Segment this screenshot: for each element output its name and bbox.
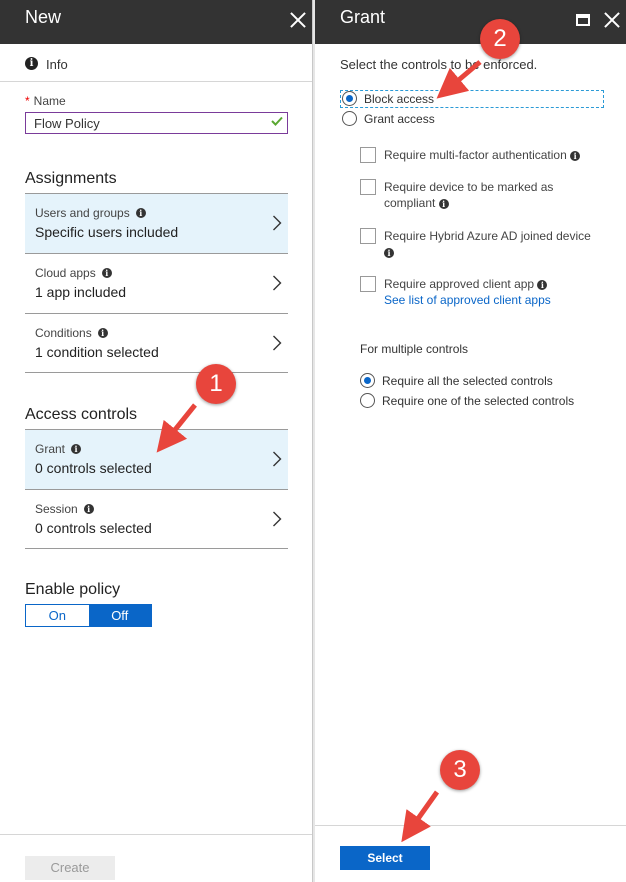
- checkbox-icon: [360, 228, 376, 244]
- users-and-groups-label: Users and groups: [35, 206, 130, 220]
- info-icon: i: [71, 444, 82, 454]
- session-value: 0 controls selected: [35, 520, 152, 536]
- info-icon: i: [135, 208, 146, 218]
- toggle-on[interactable]: On: [26, 605, 89, 626]
- chevron-right-icon: [273, 511, 282, 527]
- access-controls-heading: Access controls: [25, 406, 138, 423]
- radio-unselected-icon: [360, 393, 375, 408]
- mfa-checkbox[interactable]: Require multi-factor authentication i: [360, 147, 581, 163]
- name-field-label: * Name: [25, 94, 66, 108]
- checkbox-icon: [360, 276, 376, 292]
- select-button[interactable]: Select: [340, 846, 430, 870]
- require-one-radio[interactable]: Require one of the selected controls: [360, 393, 574, 408]
- radio-unselected-icon: [342, 111, 357, 126]
- grant-blade: Grant Select the controls to be enforced…: [315, 0, 626, 882]
- grant-instruction: Select the controls to be enforced.: [340, 57, 538, 72]
- require-all-label: Require all the selected controls: [382, 373, 553, 388]
- info-icon: i: [25, 57, 38, 70]
- mfa-label: Require multi-factor authentication: [384, 148, 567, 162]
- conditions-item[interactable]: Conditions i 1 condition selected: [25, 313, 288, 373]
- info-icon: i: [83, 504, 94, 514]
- cloud-apps-item[interactable]: Cloud apps i 1 app included: [25, 253, 288, 313]
- enable-policy-heading: Enable policy: [25, 581, 121, 598]
- chevron-right-icon: [273, 335, 282, 351]
- footer-divider: [0, 834, 312, 835]
- session-item[interactable]: Session i 0 controls selected: [25, 489, 288, 549]
- info-label: Info: [46, 57, 68, 72]
- approved-apps-link[interactable]: See list of approved client apps: [384, 293, 551, 307]
- info-icon: i: [384, 248, 394, 258]
- block-access-label: Block access: [364, 91, 435, 106]
- chevron-right-icon: [273, 451, 282, 467]
- right-blade-title: Grant: [340, 7, 386, 27]
- users-and-groups-value: Specific users included: [35, 224, 179, 240]
- chevron-right-icon: [273, 275, 282, 291]
- info-icon: i: [537, 280, 548, 290]
- block-access-radio[interactable]: Block access: [342, 91, 434, 106]
- info-icon: i: [97, 328, 108, 338]
- require-one-label: Require one of the selected controls: [382, 393, 575, 408]
- cloud-apps-label: Cloud apps: [35, 266, 96, 280]
- grant-access-radio[interactable]: Grant access: [342, 111, 435, 126]
- grant-access-label: Grant access: [364, 111, 435, 126]
- assignments-heading: Assignments: [25, 170, 117, 187]
- info-link[interactable]: i Info: [0, 44, 312, 82]
- info-icon: i: [438, 199, 449, 209]
- radio-selected-icon: [342, 91, 357, 106]
- conditions-label: Conditions: [35, 326, 92, 340]
- name-input[interactable]: [26, 113, 266, 133]
- chevron-right-icon: [273, 215, 282, 231]
- approved-app-checkbox[interactable]: Require approved client app i See list of…: [360, 276, 551, 308]
- approved-app-label: Require approved client app: [384, 277, 535, 291]
- toggle-off[interactable]: Off: [88, 605, 151, 626]
- create-button[interactable]: Create: [25, 856, 115, 880]
- checkmark-icon: [271, 116, 283, 126]
- enable-policy-toggle: On Off: [25, 604, 152, 627]
- hybrid-ad-label: Require Hybrid Azure AD joined device: [384, 229, 591, 243]
- compliant-device-checkbox[interactable]: Require device to be marked as compliant…: [360, 179, 569, 211]
- step-2-badge: 2: [480, 19, 520, 59]
- name-input-wrapper: [25, 112, 288, 134]
- step-3-badge: 3: [440, 750, 480, 790]
- hybrid-ad-checkbox[interactable]: Require Hybrid Azure AD joined device i: [360, 228, 599, 260]
- footer-divider: [315, 825, 626, 826]
- grant-label: Grant: [35, 442, 66, 456]
- maximize-icon[interactable]: [571, 8, 595, 32]
- left-blade-title: New: [25, 7, 62, 27]
- close-icon[interactable]: [600, 8, 624, 32]
- session-label: Session: [35, 502, 78, 516]
- close-icon[interactable]: [286, 8, 310, 32]
- cloud-apps-value: 1 app included: [35, 284, 127, 300]
- step-1-badge: 1: [196, 364, 236, 404]
- grant-item[interactable]: Grant i 0 controls selected: [25, 429, 288, 489]
- info-icon: i: [570, 151, 581, 161]
- checkbox-icon: [360, 179, 376, 195]
- compliant-device-label: Require device to be marked as compliant: [384, 180, 554, 210]
- users-and-groups-item[interactable]: Users and groups i Specific users include…: [25, 193, 288, 253]
- require-all-radio[interactable]: Require all the selected controls: [360, 373, 553, 388]
- new-policy-blade: New i Info *Name Assignments Users and g…: [0, 0, 313, 882]
- right-blade-header: Grant: [315, 0, 626, 44]
- left-blade-header: New: [0, 0, 312, 44]
- grant-value: 0 controls selected: [35, 460, 152, 476]
- info-icon: i: [101, 268, 112, 278]
- multiple-controls-label: For multiple controls: [360, 342, 469, 356]
- radio-selected-icon: [360, 373, 375, 388]
- checkbox-icon: [360, 147, 376, 163]
- conditions-value: 1 condition selected: [35, 344, 159, 360]
